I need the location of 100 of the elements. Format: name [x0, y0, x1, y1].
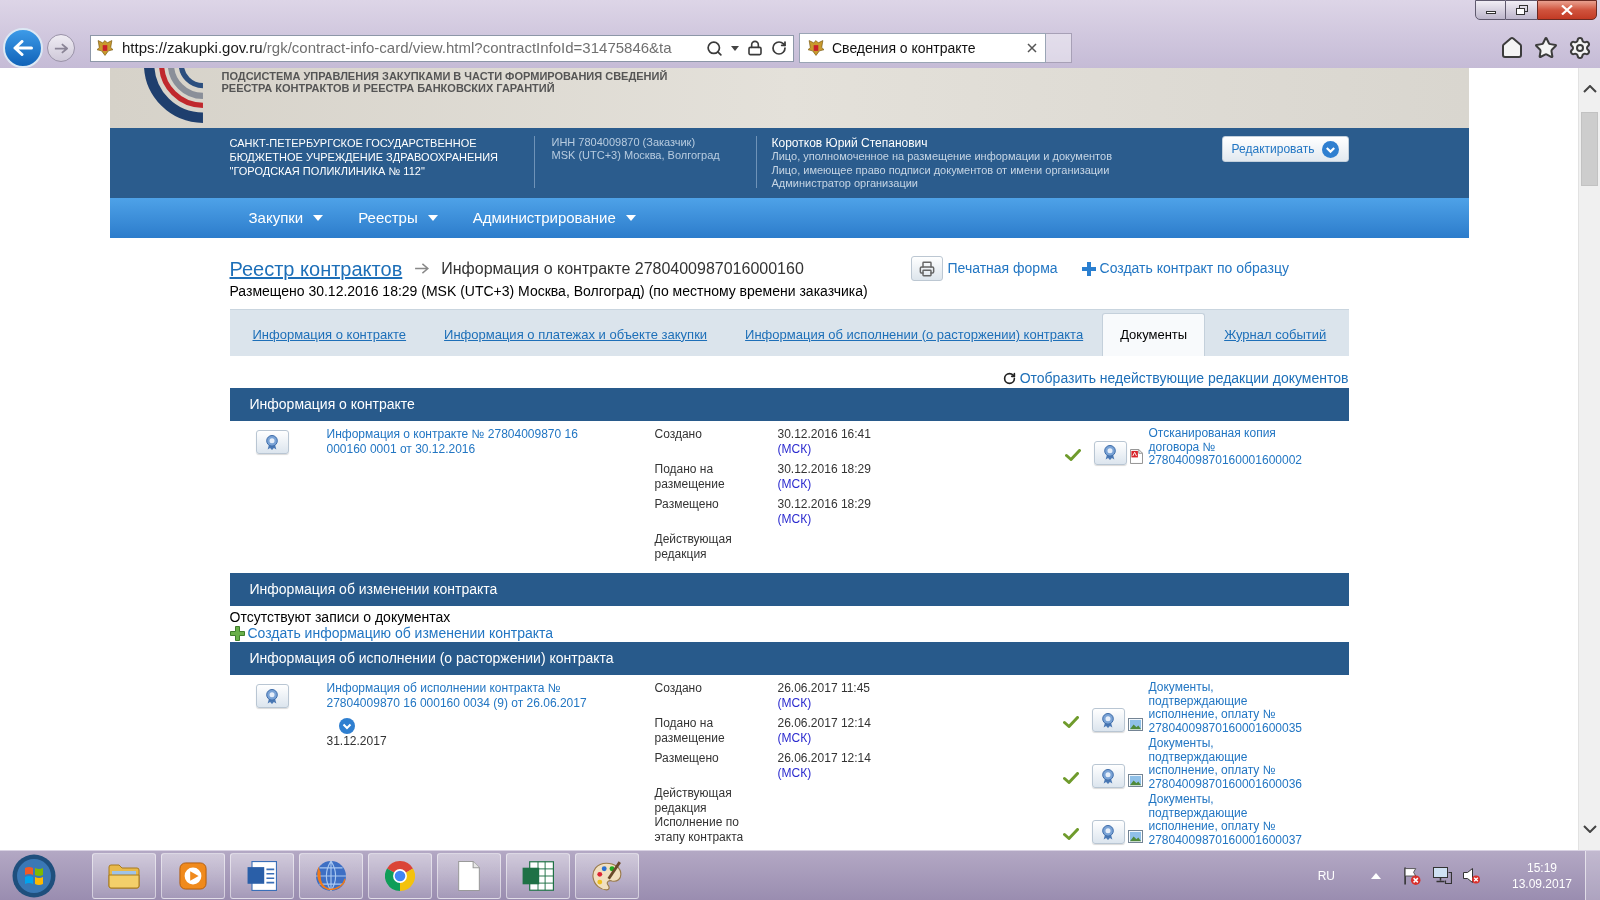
image-file-icon	[1127, 830, 1143, 843]
home-icon[interactable]	[1500, 36, 1524, 60]
round-logo-icon	[385, 860, 415, 891]
tab[interactable]: Журнал событий	[1205, 313, 1346, 356]
speaker-muted-icon[interactable]	[1463, 867, 1480, 884]
record-link[interactable]: Информация о контракте № 27804009870 16 000160 0001 от 30.12.2016	[326, 427, 602, 456]
breadcrumb-link[interactable]: Реестр контрактов	[229, 256, 403, 281]
refresh-icon[interactable]	[771, 40, 787, 56]
chevron-down-icon[interactable]	[338, 718, 355, 734]
minimize-icon	[1485, 11, 1496, 14]
rosette-icon	[1102, 824, 1114, 840]
caret-down-icon[interactable]	[731, 45, 739, 51]
banner-title: ПОДСИСТЕМА УПРАВЛЕНИЯ ЗАКУПКАМИ В ЧАСТИ ФОРМИРОВАНИЯ СВЕДЕНИЙ	[221, 70, 668, 82]
browser-tab[interactable]: Сведения о контракте	[799, 33, 1046, 63]
nav-menu-item[interactable]: Реестры	[338, 198, 453, 238]
back-button[interactable]	[3, 28, 43, 68]
record-link[interactable]: Информация об исполнении контракта № 27804009870 16 000160 0034 (9) от 26.06.2017	[326, 681, 602, 710]
close-icon[interactable]	[1027, 43, 1037, 53]
clock-time[interactable]: 15:19	[1527, 859, 1557, 876]
taskbar-button[interactable]	[161, 852, 225, 899]
document-link[interactable]: Документы, подтверждающие исполнение, оплату № 27804009870160001600037	[1148, 793, 1304, 847]
arrow-right-icon	[54, 42, 68, 54]
arrow-right-icon	[414, 263, 430, 274]
organization-name: САНКТ-ПЕТЕРБУРГСКОЕ ГОСУДАРСТВЕННОЕ БЮДЖЕТНОЕ УЧРЕЖДЕНИЕ ЗДРАВООХРАНЕНИЯ "ГОРОДСКАЯ ПОЛИКЛИНИКА № 112"	[229, 136, 500, 178]
banner-title: РЕЕСТРА КОНТРАКТОВ И РЕЕСТРА БАНКОВСКИХ ГАРАНТИЙ	[221, 82, 556, 94]
arrow-left-icon	[13, 40, 33, 56]
clock-date[interactable]: 13.09.2017	[1511, 875, 1573, 892]
folder-icon	[108, 862, 140, 889]
certificate-button[interactable]	[1091, 708, 1125, 732]
print-button[interactable]	[910, 256, 943, 281]
nav-menu-item[interactable]: Закупки	[228, 198, 339, 238]
settings-icon[interactable]	[1568, 36, 1592, 60]
tab[interactable]: Информация об исполнении (о расторжении) контракта	[726, 313, 1103, 356]
language-indicator[interactable]: RU	[1317, 866, 1335, 885]
field-label: Подано на размещение	[654, 462, 726, 491]
tab[interactable]: Информация о платежах и объекте закупки	[425, 313, 727, 356]
scrollbar-thumb[interactable]	[1581, 112, 1598, 186]
field-label: Создано	[654, 427, 703, 443]
star-icon[interactable]	[1534, 36, 1558, 60]
emblem-icon	[808, 40, 824, 56]
create-link[interactable]: Создать контракт по образцу	[1099, 258, 1289, 279]
rosette-icon	[266, 688, 278, 704]
scroll-down-icon[interactable]	[1582, 825, 1597, 833]
create-link[interactable]: Создать информацию об изменении контракта	[247, 625, 554, 641]
timezone-label: (МСК)	[777, 441, 812, 456]
certificate-button[interactable]	[1093, 440, 1127, 465]
document-link[interactable]: Документы, подтверждающие исполнение, оплату № 27804009870160001600035	[1148, 681, 1304, 735]
print-link[interactable]: Печатная форма	[947, 258, 1058, 279]
field-value: 26.06.2017 12:14	[777, 716, 871, 731]
field-value: 26.06.2017 11:45	[777, 681, 871, 696]
edit-button[interactable]: Редактировать	[1221, 136, 1349, 162]
certificate-button[interactable]	[1091, 764, 1125, 788]
restore-button[interactable]	[1506, 0, 1537, 20]
restore-icon	[1515, 5, 1528, 15]
taskbar-button[interactable]	[437, 852, 501, 899]
nav-menu-item[interactable]: Администрирование	[452, 198, 651, 238]
caret-down-icon	[625, 215, 636, 221]
chevron-up-icon[interactable]	[1371, 872, 1381, 879]
section-header: Информация об изменении контракта	[229, 573, 1349, 606]
minimize-button[interactable]	[1475, 0, 1506, 20]
timezone-label: (МСК)	[777, 765, 812, 780]
printer-icon	[918, 260, 935, 277]
url-text[interactable]: https://zakupki.gov.ru/rgk/contract-info-card/view.html?contractInfoId=31475846&ta	[122, 36, 672, 60]
organization-detail: MSK (UTC+3) Москва, Волгоград	[551, 149, 721, 162]
tab[interactable]: Документы	[1102, 313, 1206, 356]
field-value: 30.12.2016 18:29	[777, 462, 871, 477]
address-field[interactable]: https://zakupki.gov.ru/rgk/contract-info-card/view.html?contractInfoId=31475846&ta	[90, 34, 794, 62]
certificate-button[interactable]	[1091, 820, 1125, 844]
taskbar-button[interactable]	[299, 852, 363, 899]
play-icon	[179, 861, 207, 890]
certificate-button[interactable]	[255, 684, 289, 708]
scroll-up-icon[interactable]	[1582, 85, 1597, 93]
refresh-icon	[1002, 371, 1016, 385]
taskbar-button[interactable]	[575, 852, 639, 899]
page-title: Информация о контракте 2780400987016000160	[441, 258, 804, 279]
close-button[interactable]	[1537, 0, 1597, 20]
forward-button[interactable]	[47, 34, 75, 62]
section-header: Информация об исполнении (о расторжении) контракта	[229, 642, 1349, 675]
taskbar-button[interactable]	[230, 852, 294, 899]
field-label: Размещено	[654, 751, 720, 767]
lock-icon[interactable]	[747, 40, 763, 56]
taskbar-button[interactable]	[506, 852, 570, 899]
flag-icon[interactable]	[1403, 866, 1421, 885]
caret-down-icon	[313, 215, 324, 221]
caret-down-icon	[427, 215, 438, 221]
rosette-icon	[1102, 712, 1114, 728]
certificate-button[interactable]	[255, 430, 289, 454]
record-date: 31.12.2017	[326, 734, 387, 749]
document-link[interactable]: Отсканированая копия договора № 27804009870160001600002	[1148, 427, 1304, 468]
close-icon	[1561, 5, 1573, 15]
user-role: Администратор организации	[771, 177, 919, 191]
network-icon[interactable]	[1433, 867, 1452, 884]
search-icon[interactable]	[706, 39, 723, 57]
status-text: Исполнение по этапу контракта	[654, 815, 745, 844]
pdf-file-icon	[1129, 448, 1143, 464]
start-button[interactable]	[12, 853, 56, 898]
document-link[interactable]: Документы, подтверждающие исполнение, оплату № 27804009870160001600036	[1148, 737, 1304, 791]
taskbar-button[interactable]	[368, 852, 432, 899]
spreadsheet-icon	[522, 860, 554, 891]
tab[interactable]: Информация о контракте	[233, 313, 426, 356]
